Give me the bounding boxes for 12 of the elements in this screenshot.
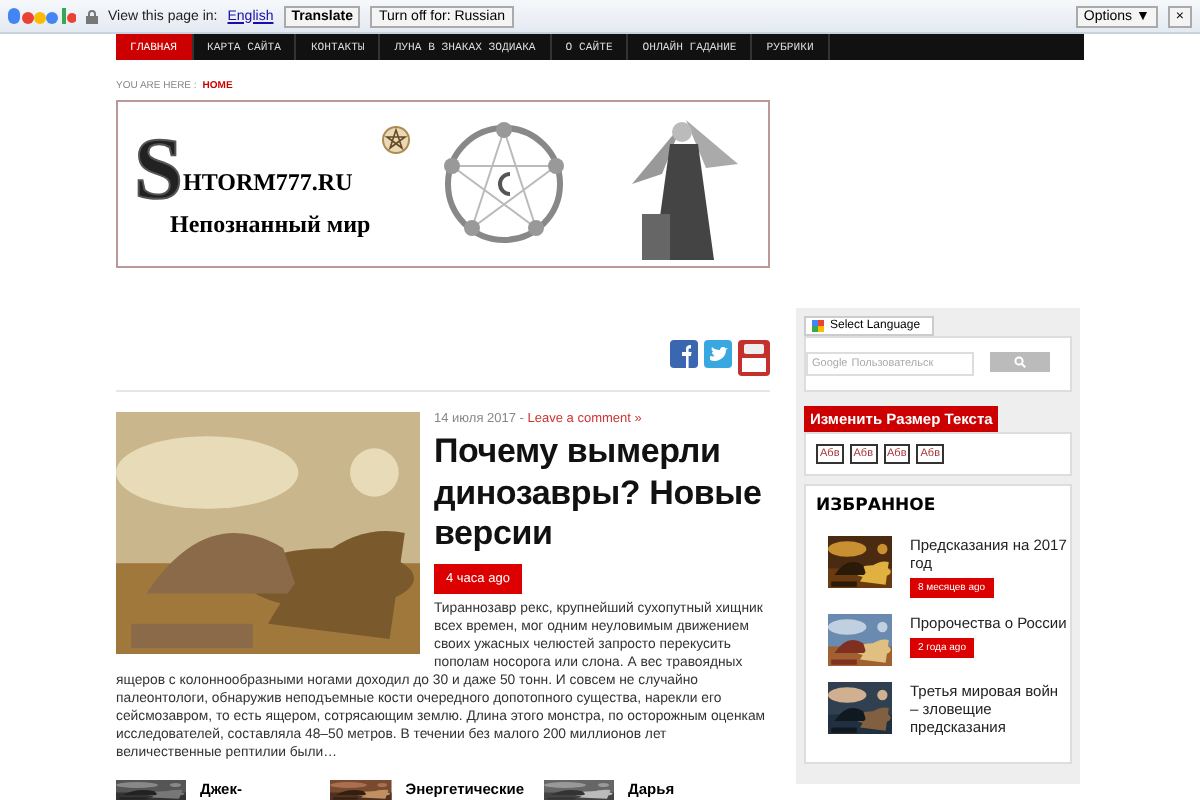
tagline: Непознанный мир <box>170 209 371 239</box>
pentagram-icon <box>382 126 411 154</box>
search-icon <box>1014 356 1026 368</box>
logo-text: HTORM777.RU <box>182 167 353 197</box>
post-title[interactable]: Почему вымерли динозавры? Новые версии <box>116 432 770 555</box>
logo-initial: S <box>134 129 183 209</box>
twitter-icon[interactable] <box>704 340 732 368</box>
google-logo-icon <box>8 6 76 26</box>
lock-icon <box>86 9 98 23</box>
widget-title: ИЗБРАННОЕ <box>816 496 938 516</box>
translate-icon <box>812 320 824 332</box>
facebook-icon[interactable] <box>670 340 698 368</box>
